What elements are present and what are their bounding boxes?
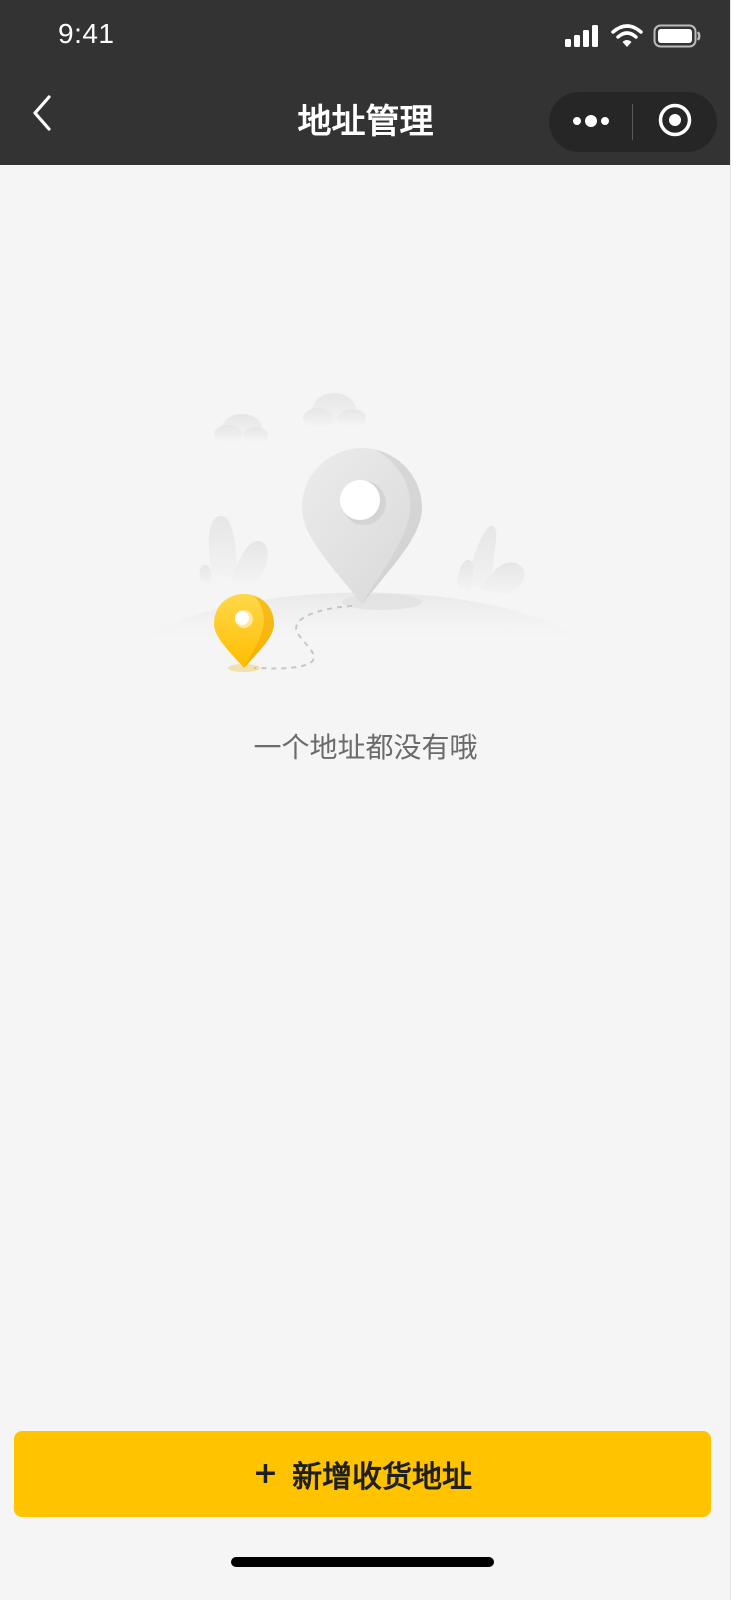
back-button[interactable] (20, 90, 64, 140)
close-button[interactable] (633, 92, 716, 152)
status-indicators (565, 24, 701, 52)
cloud-right (303, 393, 366, 428)
add-address-button[interactable]: + 新增收货地址 (14, 1431, 711, 1517)
add-address-label: 新增收货地址 (292, 1460, 473, 1495)
wifi-icon (611, 24, 643, 52)
mini-program-capsule (549, 92, 717, 152)
plus-icon: + (252, 1456, 279, 1491)
status-time: 9:41 (58, 18, 115, 49)
cloud-left (214, 414, 268, 443)
top-bar: 9:41 地址管理 (0, 0, 730, 165)
empty-state-message: 一个地址都没有哦 (253, 731, 478, 764)
home-indicator (231, 1557, 494, 1567)
signal-bars-icon (565, 25, 601, 51)
target-circle-icon (657, 102, 693, 142)
more-button[interactable] (549, 92, 632, 152)
chevron-left-icon (31, 95, 53, 135)
more-dots-icon (571, 113, 611, 132)
address-management-screen: 9:41 地址管理 一个地址都没有哦 + 新增收货地址 (0, 0, 731, 1600)
empty-address-illustration (120, 380, 600, 680)
battery-icon (653, 24, 701, 52)
